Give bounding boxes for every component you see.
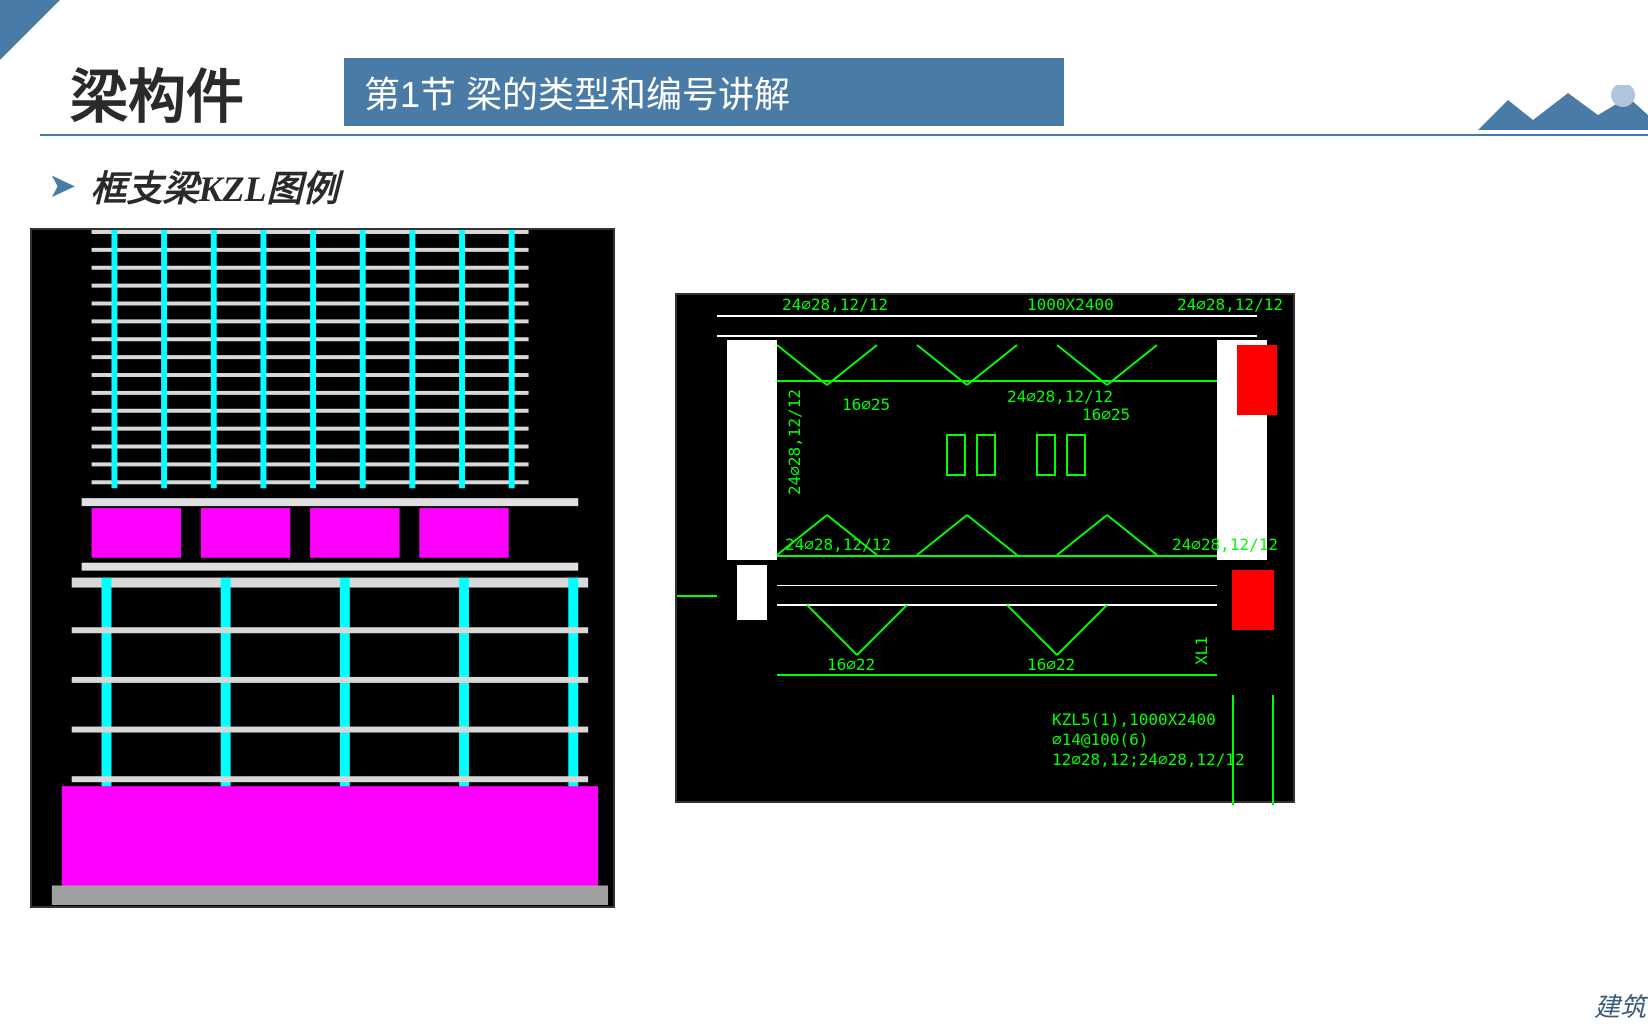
cad-line bbox=[717, 315, 1257, 317]
cad-column bbox=[727, 340, 777, 560]
bullet-arrow-icon: ➤ bbox=[48, 166, 77, 206]
cad-label: 1000X2400 bbox=[1027, 295, 1114, 314]
cad-label: 24⌀28,12/12 bbox=[785, 535, 891, 554]
cad-gridline bbox=[1232, 695, 1234, 805]
cad-gridline bbox=[677, 595, 717, 597]
cad-label: 24⌀28,12/12 bbox=[1172, 535, 1278, 554]
building-render bbox=[32, 230, 613, 905]
header-row: 梁构件 第1节 梁的类型和编号讲解 bbox=[70, 50, 1648, 134]
cad-label: 24⌀28,12/12 bbox=[782, 295, 888, 314]
cad-label: 12⌀28,12;24⌀28,12/12 bbox=[1052, 750, 1245, 769]
cad-drawing: 24⌀28,12/12 1000X2400 24⌀28,12/12 bbox=[675, 293, 1295, 803]
section-banner: 第1节 梁的类型和编号讲解 bbox=[344, 58, 1064, 126]
header-divider bbox=[40, 134, 1648, 136]
cad-truss-bottom bbox=[777, 585, 1217, 685]
cad-block bbox=[1237, 345, 1277, 415]
cad-label: 24⌀28,12/12 bbox=[1007, 387, 1113, 406]
watermark: 建筑 bbox=[1594, 987, 1646, 1024]
cad-column bbox=[737, 565, 767, 620]
cad-label: 24⌀28,12/12 bbox=[785, 389, 804, 495]
cad-label: ⌀14@100(6) bbox=[1052, 730, 1148, 749]
cad-label: 24⌀28,12/12 bbox=[1177, 295, 1283, 314]
cad-label: KZL5(1),1000X2400 bbox=[1052, 710, 1216, 729]
cad-label: 16⌀25 bbox=[842, 395, 890, 414]
cad-truss bbox=[777, 335, 1217, 565]
subtitle-row: ➤ 框支梁KZL图例 bbox=[48, 160, 339, 212]
cad-block bbox=[1232, 570, 1274, 630]
main-title: 梁构件 bbox=[70, 50, 244, 134]
content-area: 24⌀28,12/12 1000X2400 24⌀28,12/12 bbox=[30, 228, 1618, 1010]
corner-accent bbox=[0, 0, 60, 60]
building-3d-model bbox=[30, 228, 615, 908]
cad-label: 16⌀25 bbox=[1082, 405, 1130, 424]
cad-gridline bbox=[1272, 695, 1274, 805]
mountain-decoration-icon bbox=[1478, 85, 1648, 130]
subtitle-text: 框支梁KZL图例 bbox=[91, 160, 339, 212]
